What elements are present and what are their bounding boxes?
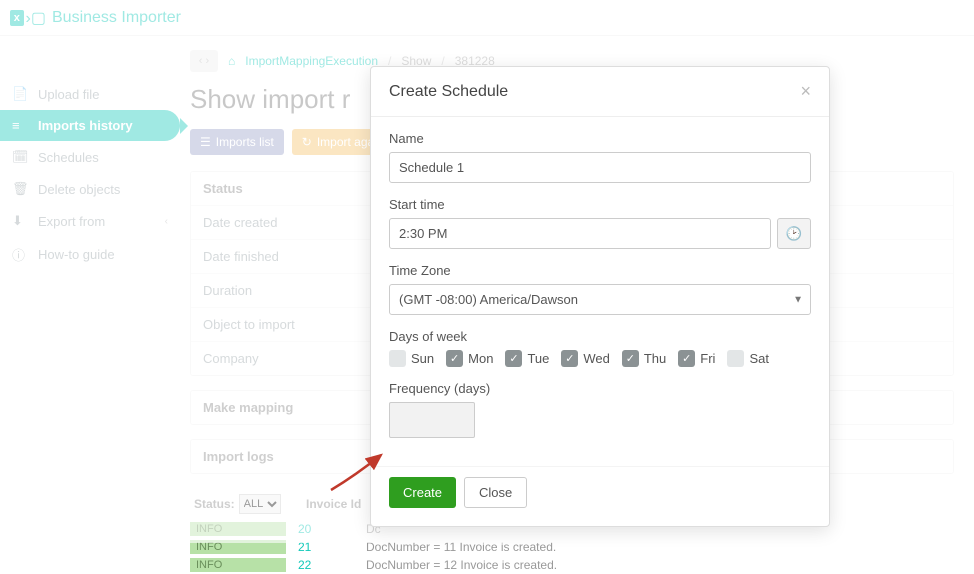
clock-icon: 🕑 — [786, 226, 803, 242]
start-time-label: Start time — [389, 197, 811, 212]
day-checkbox-fri[interactable]: ✓ Fri — [678, 350, 715, 367]
timezone-select[interactable]: (GMT -08:00) America/Dawson — [389, 284, 811, 315]
modal-title: Create Schedule — [389, 83, 508, 101]
day-checkbox-sat[interactable]: Sat — [727, 350, 769, 367]
checkbox-icon: ✓ — [561, 350, 578, 367]
clock-button[interactable]: 🕑 — [777, 218, 811, 249]
start-time-input[interactable] — [389, 218, 771, 249]
close-button[interactable]: Close — [464, 477, 527, 508]
create-schedule-modal: Create Schedule × Name Start time 🕑 Time… — [370, 66, 830, 527]
day-checkbox-mon[interactable]: ✓ Mon — [446, 350, 493, 367]
name-label: Name — [389, 131, 811, 146]
day-label: Wed — [583, 351, 610, 366]
checkbox-icon: ✓ — [505, 350, 522, 367]
day-label: Fri — [700, 351, 715, 366]
days-label: Days of week — [389, 329, 811, 344]
log-message: DocNumber = 12 Invoice is created. — [366, 558, 557, 572]
table-row: INFO 22 DocNumber = 12 Invoice is created. — [190, 556, 954, 574]
name-input[interactable] — [389, 152, 811, 183]
checkbox-icon: ✓ — [622, 350, 639, 367]
day-checkbox-wed[interactable]: ✓ Wed — [561, 350, 610, 367]
frequency-input[interactable] — [389, 402, 475, 438]
day-label: Mon — [468, 351, 493, 366]
day-label: Sun — [411, 351, 434, 366]
checkbox-icon: ✓ — [678, 350, 695, 367]
checkbox-icon: ✓ — [446, 350, 463, 367]
create-button[interactable]: Create — [389, 477, 456, 508]
day-label: Sat — [749, 351, 769, 366]
invoice-id-link[interactable]: 22 — [298, 558, 354, 572]
frequency-label: Frequency (days) — [389, 381, 811, 396]
checkbox-icon — [389, 350, 406, 367]
checkbox-icon — [727, 350, 744, 367]
day-checkbox-tue[interactable]: ✓ Tue — [505, 350, 549, 367]
day-label: Tue — [527, 351, 549, 366]
timezone-label: Time Zone — [389, 263, 811, 278]
log-level: INFO — [190, 558, 286, 572]
day-label: Thu — [644, 351, 666, 366]
close-icon[interactable]: × — [800, 81, 811, 102]
day-checkbox-thu[interactable]: ✓ Thu — [622, 350, 666, 367]
day-checkbox-sun[interactable]: Sun — [389, 350, 434, 367]
